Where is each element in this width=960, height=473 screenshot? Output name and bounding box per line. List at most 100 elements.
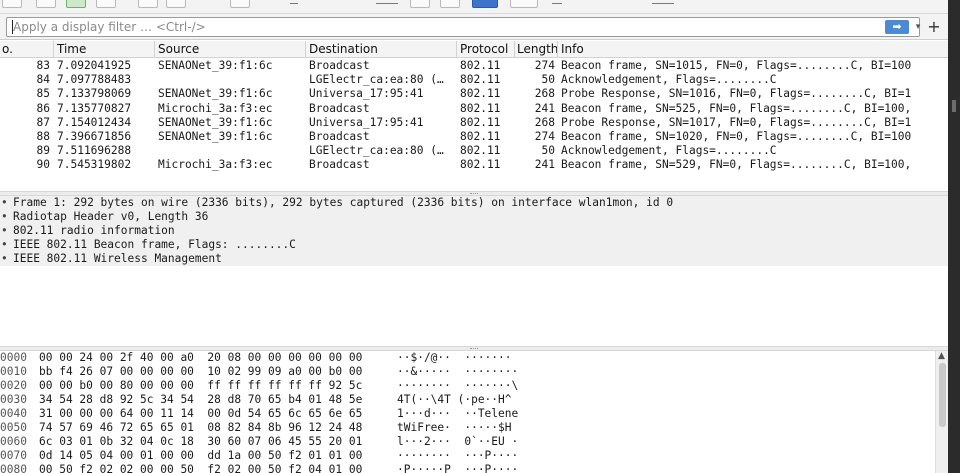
scrollbar-thumb[interactable]: [939, 363, 946, 427]
expand-bullet-icon[interactable]: •: [1, 238, 8, 252]
main-toolbar: [0, 0, 948, 14]
bytes-ascii[interactable]: ········ ·······\: [397, 379, 518, 393]
expand-bullet-icon[interactable]: •: [1, 252, 8, 266]
bytes-offset[interactable]: 0050: [0, 421, 27, 435]
go-forward-icon[interactable]: [230, 0, 250, 8]
bytes-ascii[interactable]: 4T(··\4T (·pe··H^: [397, 393, 512, 407]
column-header-info[interactable]: Info: [558, 41, 948, 58]
packet-bytes-rows: 0000 00 00 24 00 2f 40 00 a0 20 08 00 00 …: [0, 351, 948, 473]
normal-size-icon[interactable]: [552, 3, 562, 4]
splitter-grip: [470, 193, 478, 195]
packet-row[interactable]: 88 7.396671856 SENAONet_39:f1:6c Broadcast 8…: [0, 130, 948, 144]
packet-list-pane: o. Time Source Destination Protocol Leng…: [0, 41, 948, 191]
expand-bullet-icon[interactable]: •: [1, 196, 8, 210]
packet-cell-destination: Universa_17:95:41: [309, 87, 424, 101]
colorize-icon[interactable]: [410, 0, 430, 8]
zoom-out-icon[interactable]: [472, 0, 498, 8]
chevron-down-icon: ▾: [915, 22, 921, 32]
column-header-length[interactable]: Length: [515, 41, 558, 58]
bytes-row: 0070 0d 14 05 04 00 01 00 00 dd 1a 00 50 …: [0, 449, 948, 463]
bytes-offset[interactable]: 0010: [0, 365, 27, 379]
bytes-offset[interactable]: 0060: [0, 435, 27, 449]
bytes-hex[interactable]: 34 54 28 d8 92 5c 34 54 28 d8 70 65 b4 0…: [39, 393, 362, 407]
bytes-offset[interactable]: 0000: [0, 351, 27, 365]
column-header-destination[interactable]: Destination: [306, 41, 457, 58]
splitter-grip: [470, 348, 478, 350]
bytes-hex[interactable]: 0d 14 05 04 00 01 00 00 dd 1a 00 50 f2 0…: [39, 449, 362, 463]
bytes-offset[interactable]: 0030: [0, 393, 27, 407]
packet-cell-destination: LGElectr_ca:ea:80 (…: [309, 73, 444, 87]
display-filter-field[interactable]: ➡ ▾: [6, 17, 920, 37]
column-header-time[interactable]: Time: [54, 41, 155, 58]
bytes-ascii[interactable]: ··&····· ········: [397, 365, 518, 379]
save-file-icon[interactable]: [36, 0, 56, 8]
packet-list-header: o. Time Source Destination Protocol Leng…: [0, 41, 948, 58]
expand-all-icon[interactable]: [652, 3, 674, 4]
packet-cell-length: 274: [534, 59, 555, 72]
bytes-offset[interactable]: 0070: [0, 449, 27, 463]
packet-row[interactable]: 85 7.133798069 SENAONet_39:f1:6c Universa_1…: [0, 87, 948, 101]
packet-row[interactable]: 84 7.097788483 LGElectr_ca:ea:80 (… 802.11 5…: [0, 73, 948, 87]
packet-cell-no: 84: [36, 73, 50, 87]
bytes-row: 0080 00 50 f2 02 02 00 00 50 f2 02 00 50 …: [0, 463, 948, 473]
packet-cell-destination: LGElectr_ca:ea:80 (…: [309, 144, 444, 158]
find-packet-icon[interactable]: [138, 0, 158, 8]
detail-tree-item[interactable]: • Radiotap Header v0, Length 36: [0, 210, 948, 224]
bytes-hex[interactable]: 31 00 00 00 64 00 11 14 00 0d 54 65 6c 6…: [39, 407, 362, 421]
bytes-hex[interactable]: bb f4 26 07 00 00 00 00 10 02 99 09 a0 0…: [39, 365, 362, 379]
detail-tree-label: IEEE 802.11 Beacon frame, Flags: .......…: [13, 238, 296, 251]
scroll-up-icon[interactable]: ▲: [938, 351, 945, 361]
resize-columns-icon[interactable]: [510, 0, 538, 8]
edge-marker: [952, 100, 956, 112]
bytes-hex[interactable]: 00 50 f2 02 02 00 00 50 f2 02 00 50 f2 0…: [39, 463, 362, 473]
packet-row[interactable]: 89 7.511696288 LGElectr_ca:ea:80 (… 802.11 5…: [0, 144, 948, 158]
bytes-offset[interactable]: 0080: [0, 463, 27, 473]
packet-cell-destination: Broadcast: [309, 158, 370, 172]
packet-row[interactable]: 87 7.154012434 SENAONet_39:f1:6c Universa_1…: [0, 116, 948, 130]
packet-row[interactable]: 86 7.135770827 Microchi_3a:f3:ec Broadcast 8…: [0, 102, 948, 116]
bytes-ascii[interactable]: tWiFree· ·····$H: [397, 421, 512, 435]
packet-cell-time: 7.396671856: [57, 129, 132, 143]
detail-tree-item[interactable]: • IEEE 802.11 Wireless Management: [0, 252, 948, 266]
bytes-hex[interactable]: 00 00 b0 00 80 00 00 00 ff ff ff ff ff f…: [39, 379, 362, 393]
packet-cell-no: 87: [36, 115, 50, 129]
filter-history-dropdown[interactable]: ▾: [912, 19, 924, 35]
bytes-hex[interactable]: 74 57 69 46 72 65 65 01 08 82 84 8b 96 1…: [39, 421, 362, 435]
packet-cell-length: 50: [541, 73, 555, 87]
column-header-source[interactable]: Source: [155, 41, 306, 58]
bytes-ascii[interactable]: 1···d··· ··Telene: [397, 407, 518, 421]
go-back-icon[interactable]: [166, 0, 186, 8]
bytes-offset[interactable]: 0040: [0, 407, 27, 421]
expand-bullet-icon[interactable]: •: [1, 224, 8, 238]
detail-tree-item[interactable]: • IEEE 802.11 Beacon frame, Flags: ......…: [0, 238, 948, 252]
packet-cell-no: 88: [36, 129, 50, 143]
packet-bytes-vertical-scrollbar[interactable]: ▲: [935, 351, 948, 473]
autoscroll-icon[interactable]: [376, 3, 398, 4]
display-filter-input[interactable]: [13, 19, 873, 35]
bytes-hex[interactable]: 00 00 24 00 2f 40 00 a0 20 08 00 00 00 0…: [39, 351, 362, 365]
expand-bullet-icon[interactable]: •: [1, 210, 8, 224]
arrow-right-icon: ➡: [892, 20, 902, 33]
bytes-ascii[interactable]: l···2··· 0`··EU ·: [397, 435, 518, 449]
add-filter-button[interactable]: +: [926, 17, 942, 37]
packet-cell-destination: Broadcast: [309, 101, 370, 115]
bytes-ascii[interactable]: ········ ···P····: [397, 449, 518, 463]
start-capture-icon[interactable]: [66, 0, 86, 8]
go-first-icon[interactable]: [290, 3, 298, 4]
detail-tree-item[interactable]: • Frame 1: 292 bytes on wire (2336 bits),…: [0, 196, 948, 210]
open-file-icon[interactable]: [2, 0, 22, 8]
bytes-ascii[interactable]: ··$·/@·· ·······: [397, 351, 512, 365]
apply-filter-button[interactable]: ➡: [885, 20, 909, 34]
bytes-hex[interactable]: 6c 03 01 0b 32 04 0c 18 30 60 07 06 45 5…: [39, 435, 362, 449]
packet-cell-protocol: 802.11: [460, 73, 501, 87]
packet-row[interactable]: 90 7.545319802 Microchi_3a:f3:ec Broadcast 8…: [0, 158, 948, 172]
column-header-protocol[interactable]: Protocol: [457, 41, 515, 58]
packet-row[interactable]: 83 7.092041925 SENAONet_39:f1:6c Broadcast 8…: [0, 59, 948, 73]
packet-cell-destination: Broadcast: [309, 129, 370, 143]
zoom-in-icon[interactable]: [440, 0, 460, 8]
bytes-offset[interactable]: 0020: [0, 379, 27, 393]
bytes-ascii[interactable]: ·P·····P ···P····: [397, 463, 518, 473]
reload-icon[interactable]: [96, 0, 116, 8]
column-header-no[interactable]: o.: [0, 41, 54, 58]
detail-tree-item[interactable]: • 802.11 radio information: [0, 224, 948, 238]
